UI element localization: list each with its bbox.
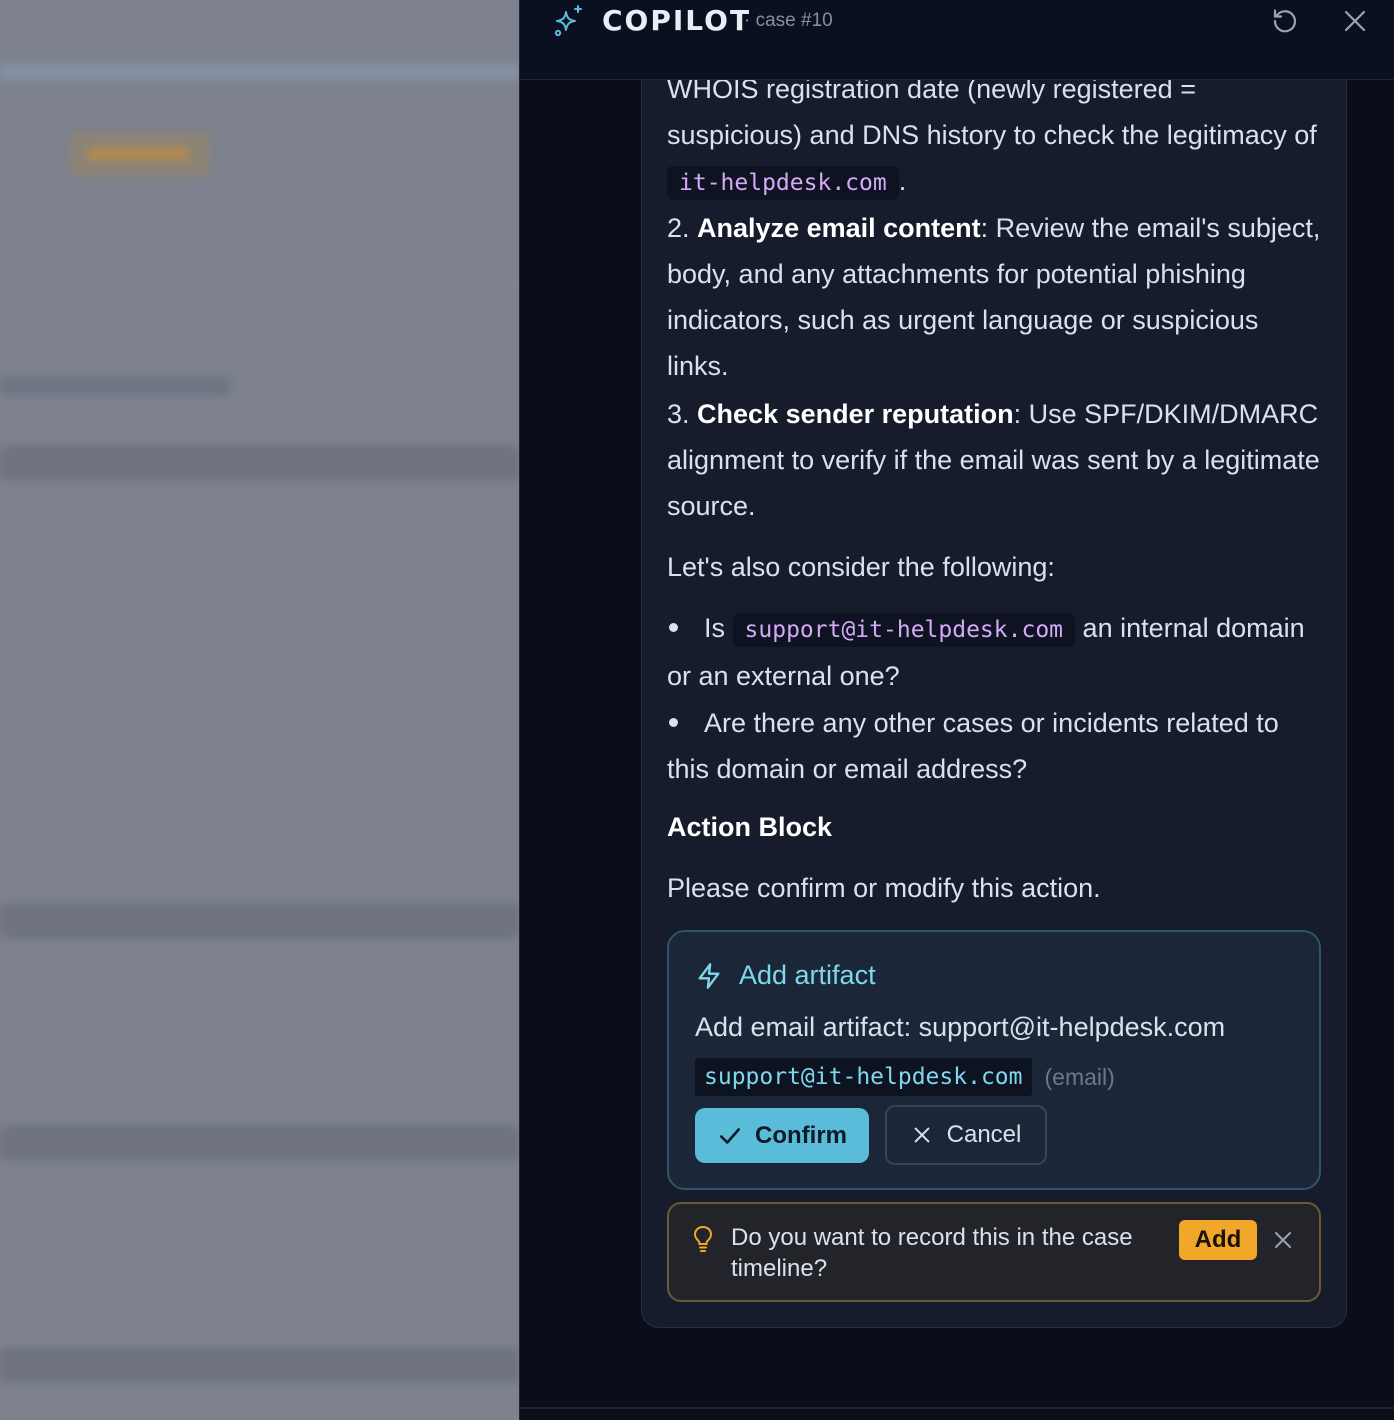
chat-scroll-area[interactable]: WHOIS registration date (newly registere… <box>520 0 1394 1410</box>
background-band <box>0 1126 519 1160</box>
list-text: Are there any other cases or incidents r… <box>667 708 1279 784</box>
message-step-2: 2. Analyze email content: Review the ema… <box>667 205 1327 389</box>
close-icon[interactable] <box>1271 1228 1295 1252</box>
confirm-button[interactable]: Confirm <box>695 1108 869 1163</box>
confirm-button-label: Confirm <box>755 1121 847 1149</box>
background-title-fragment <box>0 120 40 180</box>
close-panel-button[interactable] <box>1340 6 1370 36</box>
step-heading: Analyze email content <box>697 213 981 243</box>
step-number: 3. <box>667 399 690 429</box>
background-band <box>0 904 519 938</box>
message-step-3: 3. Check sender reputation: Use SPF/DKIM… <box>667 391 1327 529</box>
list-item: Are there any other cases or incidents r… <box>667 700 1327 792</box>
background-band <box>0 446 519 480</box>
sparkle-icon <box>554 5 582 37</box>
inline-code-email: support@it-helpdesk.com <box>732 613 1076 647</box>
background-blur-layer <box>0 0 519 1420</box>
copilot-title: COPILOT <box>602 4 752 37</box>
background-top-bar <box>0 64 519 80</box>
cancel-button-label: Cancel <box>946 1121 1022 1148</box>
action-card-header: Add artifact <box>695 960 876 991</box>
message-text: . <box>898 166 907 196</box>
case-label: · case #10 <box>744 10 833 31</box>
message-text: Let's also consider the following: <box>667 552 1055 582</box>
lightning-icon <box>698 962 720 989</box>
message-text: WHOIS registration date (newly registere… <box>667 74 1317 150</box>
copilot-header: COPILOT · case #10 <box>520 0 1394 80</box>
copilot-panel: WHOIS registration date (newly registere… <box>519 0 1394 1420</box>
background-band <box>0 1348 519 1382</box>
inline-code-domain: it-helpdesk.com <box>667 166 899 200</box>
suggestion-text: Do you want to record this in the case t… <box>731 1224 1133 1282</box>
action-card-description: Add email artifact: support@it-helpdesk.… <box>695 1012 1226 1042</box>
background-badge <box>70 132 210 176</box>
list-text: Is <box>704 613 726 643</box>
message-paragraph: Let's also consider the following: <box>667 544 1327 590</box>
timeline-suggestion: Do you want to record this in the case t… <box>667 1202 1321 1302</box>
check-icon <box>720 1127 740 1144</box>
action-card-title: Add artifact <box>739 960 876 990</box>
background-app-overlay <box>0 0 519 1420</box>
bullet-icon <box>669 717 678 727</box>
background-divider <box>0 280 519 282</box>
artifact-value: support@it-helpdesk.com <box>695 1058 1032 1096</box>
message-paragraph: WHOIS registration date (newly registere… <box>667 66 1327 206</box>
artifact-value-row: support@it-helpdesk.com (email) <box>695 1058 1115 1096</box>
panel-bottom-divider <box>520 1407 1394 1409</box>
step-heading: Check sender reputation <box>697 399 1014 429</box>
lightbulb-icon <box>693 1225 713 1252</box>
add-to-timeline-button[interactable]: Add <box>1179 1220 1257 1260</box>
refresh-icon <box>1273 9 1297 33</box>
artifact-type: (email) <box>1044 1063 1115 1090</box>
action-block-subtitle: Please confirm or modify this action. <box>667 873 1101 903</box>
bullet-icon <box>669 622 678 632</box>
cancel-button[interactable]: Cancel <box>885 1105 1047 1165</box>
close-icon <box>1344 10 1366 32</box>
x-icon <box>914 1127 930 1143</box>
list-item: Is support@it-helpdesk.com an internal d… <box>667 605 1327 699</box>
action-block-title: Action Block <box>667 812 833 842</box>
background-text-fragment <box>0 376 230 396</box>
action-card: Add artifact Add email artifact: support… <box>667 930 1321 1190</box>
reset-button[interactable] <box>1270 6 1300 36</box>
step-number: 2. <box>667 213 690 243</box>
